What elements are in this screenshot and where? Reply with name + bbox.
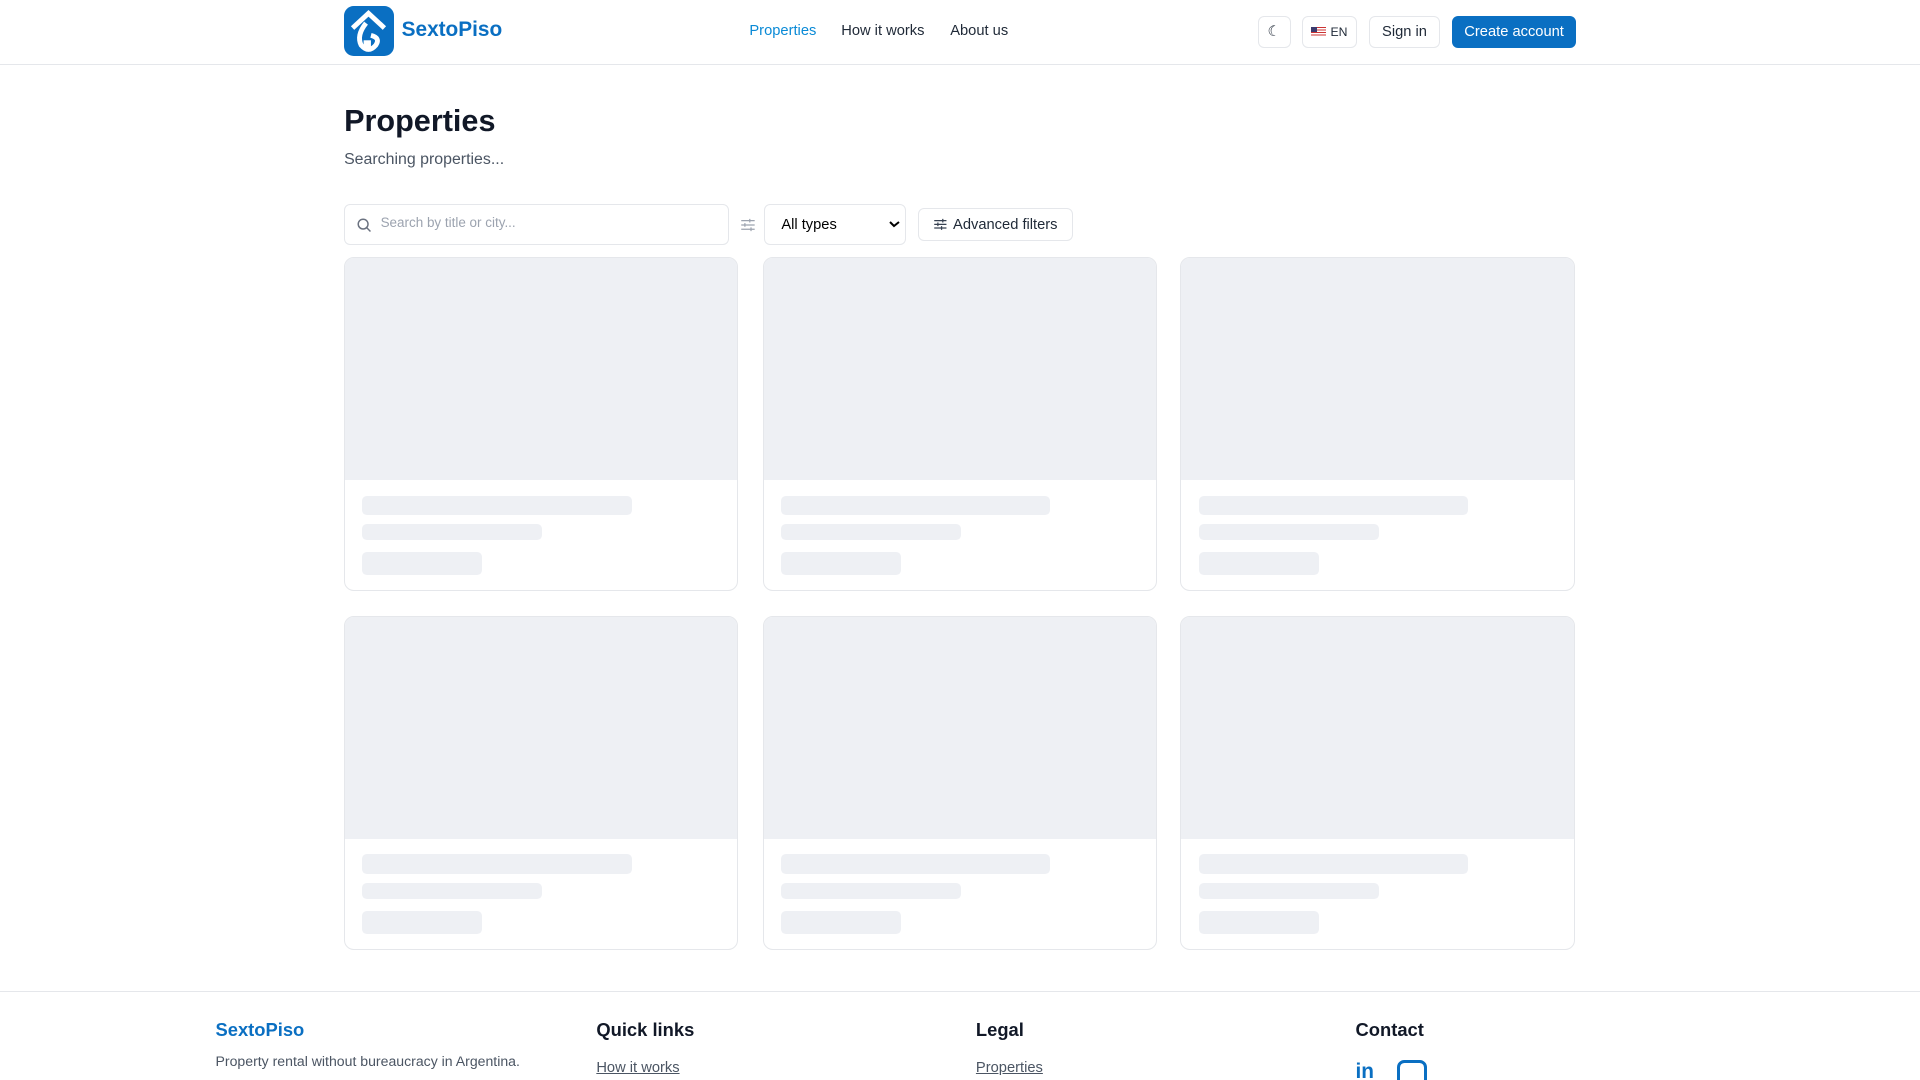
title-placeholder [1198, 854, 1468, 875]
advanced-filters-button[interactable]: Advanced filters [918, 208, 1073, 242]
title-placeholder [362, 854, 632, 875]
footer-brand: SextoPiso [215, 1018, 305, 1040]
image-placeholder [1181, 616, 1574, 839]
instagram-icon[interactable] [1397, 1060, 1427, 1080]
us-flag-icon [1310, 26, 1326, 37]
page-title: Properties [344, 104, 496, 139]
image-placeholder [345, 258, 738, 480]
linkedin-icon[interactable]: in [1356, 1060, 1374, 1080]
subtitle-placeholder [362, 882, 543, 899]
filters-icon [934, 219, 947, 231]
footer-quick-links-title: Quick links [596, 1018, 695, 1040]
price-placeholder [781, 910, 901, 935]
moon-icon: ☾ [1267, 24, 1281, 41]
title-placeholder [1198, 495, 1468, 516]
search-input[interactable] [380, 215, 712, 231]
footer-legal-title: Legal [975, 1018, 1024, 1040]
image-placeholder [1181, 258, 1574, 480]
nav-about-us[interactable]: About us [950, 23, 1008, 39]
create-account-button[interactable]: Create account [1452, 15, 1576, 48]
footer-tagline: Property rental without bureaucracy in A… [215, 1053, 520, 1070]
language-label: EN [1330, 24, 1348, 39]
subtitle-placeholder [1198, 882, 1379, 899]
price-placeholder [781, 552, 901, 576]
subtitle-placeholder [362, 523, 543, 540]
logo-icon[interactable] [344, 6, 395, 57]
brand-name[interactable]: SextoPiso [402, 18, 503, 42]
price-placeholder [1198, 552, 1319, 576]
price-placeholder [362, 552, 483, 576]
footer-link-how-it-works[interactable]: How it works [596, 1060, 679, 1076]
footer-contact-title: Contact [1355, 1018, 1424, 1040]
property-card-skeleton [1180, 257, 1575, 592]
title-placeholder [362, 495, 632, 516]
advanced-filters-label: Advanced filters [953, 216, 1058, 233]
property-card-skeleton [344, 257, 739, 592]
property-card-skeleton [762, 257, 1158, 592]
sign-in-button[interactable]: Sign in [1368, 15, 1440, 48]
price-placeholder [362, 910, 483, 935]
image-placeholder [763, 258, 1157, 480]
image-placeholder [345, 616, 738, 839]
type-select[interactable]: All types [764, 204, 907, 245]
price-placeholder [1198, 910, 1319, 935]
sliders-icon[interactable] [740, 217, 756, 233]
subtitle-placeholder [781, 882, 961, 899]
language-button[interactable]: EN [1301, 15, 1357, 48]
image-placeholder [763, 616, 1157, 839]
property-card-skeleton [1180, 615, 1575, 951]
subtitle-placeholder [1198, 523, 1379, 540]
property-card-skeleton [344, 615, 739, 951]
footer-link-properties[interactable]: Properties [976, 1060, 1043, 1076]
search-box[interactable] [344, 204, 729, 245]
page-subtitle: Searching properties... [344, 150, 505, 168]
theme-toggle-button[interactable]: ☾ [1257, 15, 1291, 48]
title-placeholder [781, 495, 1051, 516]
property-card-skeleton [762, 615, 1158, 951]
subtitle-placeholder [781, 523, 961, 540]
title-placeholder [781, 854, 1051, 875]
nav-how-it-works[interactable]: How it works [841, 23, 924, 39]
nav-properties[interactable]: Properties [749, 23, 816, 39]
search-icon [357, 218, 372, 232]
